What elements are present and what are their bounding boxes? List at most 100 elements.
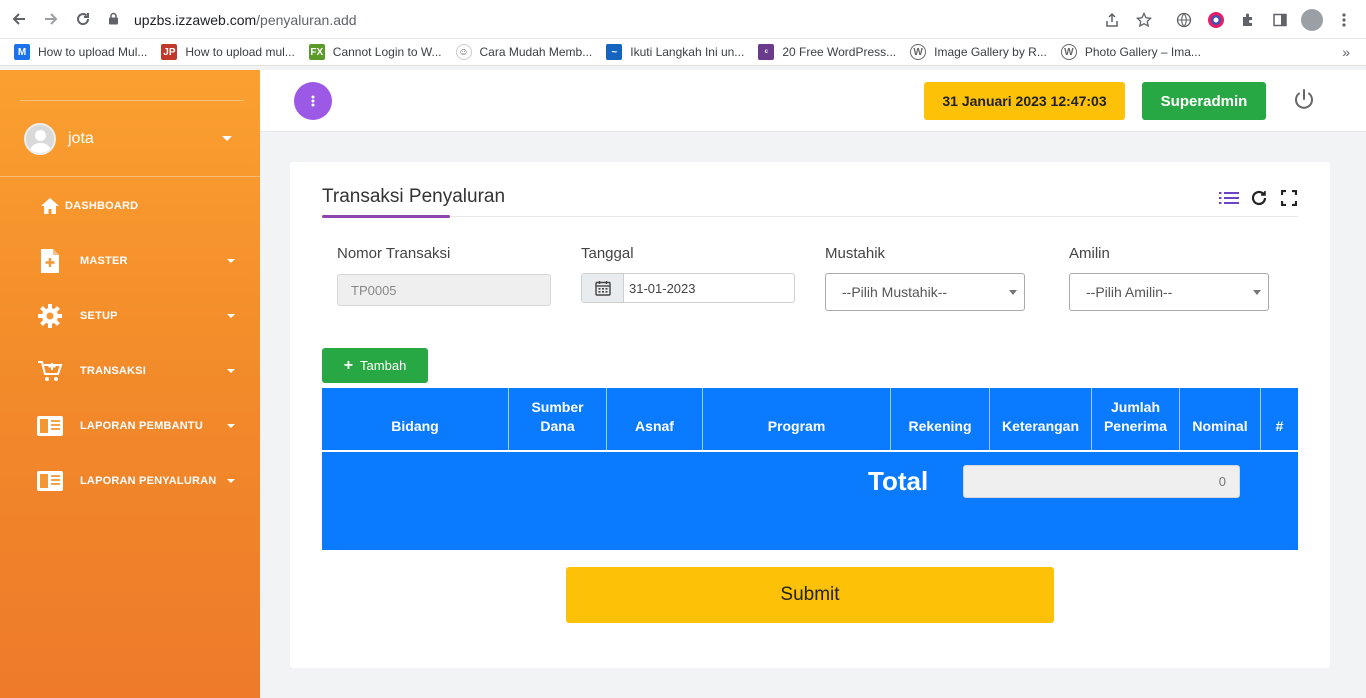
calendar-icon: [582, 274, 624, 302]
address-bar[interactable]: upzbs.izzaweb.com/penyaluran.add: [108, 6, 1168, 34]
url-path: /penyaluran.add: [256, 12, 357, 28]
tanggal-value: 31-01-2023: [629, 280, 696, 296]
divider: [322, 216, 1298, 217]
sidebar: jota DASHBOARD MASTER SETUP TRANSAKSI LA…: [0, 70, 260, 698]
jp-icon: JP: [161, 44, 178, 60]
column-header: Rekening: [891, 388, 990, 450]
nomor-transaksi-field: TP0005: [337, 274, 551, 306]
menu-toggle-button[interactable]: [294, 82, 332, 120]
list-icon[interactable]: [1218, 188, 1240, 208]
tanggal-field[interactable]: 31-01-2023: [581, 273, 795, 303]
bookmark-label: Photo Gallery – Ima...: [1084, 45, 1201, 59]
user-caret-icon[interactable]: [222, 136, 232, 141]
add-row-button[interactable]: + Tambah: [322, 348, 428, 383]
total-field: 0: [963, 465, 1240, 498]
sidebar-item-dashboard[interactable]: DASHBOARD: [0, 186, 260, 226]
chevron-down-icon: [1253, 290, 1261, 295]
puzzle-icon[interactable]: [1232, 4, 1264, 36]
avatar[interactable]: [24, 123, 56, 155]
url-host: upzbs.izzaweb.com: [134, 12, 257, 28]
tanggal-label: Tanggal: [581, 245, 634, 262]
mustahik-label: Mustahik: [825, 245, 886, 262]
mustahik-select[interactable]: --Pilih Mustahik--: [825, 273, 1025, 311]
sidebar-item-laporan-penyaluran[interactable]: LAPORAN PENYALURAN: [0, 461, 260, 501]
bookmark-label: Cannot Login to W...: [332, 45, 442, 59]
role-button[interactable]: Superadmin: [1142, 82, 1266, 120]
mustahik-selected-value: --Pilih Mustahik--: [842, 284, 948, 300]
fullscreen-icon[interactable]: [1278, 188, 1300, 208]
chevron-down-icon: [227, 479, 235, 483]
sidebar-item-transaksi[interactable]: TRANSAKSI: [0, 351, 260, 391]
reload-icon[interactable]: [70, 6, 96, 32]
gear-icon: [36, 302, 64, 330]
sidebar-item-label: MASTER: [80, 255, 128, 267]
bookmark-label: How to upload Mul...: [38, 45, 148, 59]
column-header: #: [1275, 418, 1284, 434]
page-title: Transaksi Penyaluran: [322, 186, 506, 207]
chevron-down-icon: [1009, 290, 1017, 295]
bookmark-item[interactable]: W Image Gallery by R...: [910, 44, 1047, 60]
back-arrow-icon[interactable]: [6, 6, 32, 32]
bookmark-item[interactable]: M How to upload Mul...: [14, 44, 147, 60]
profile-icon[interactable]: [1296, 4, 1328, 36]
home-icon: [36, 192, 64, 220]
plus-icon: +: [343, 356, 354, 374]
bookmark-item[interactable]: FX Cannot Login to W...: [308, 44, 442, 60]
column-header: Program: [703, 388, 891, 450]
lock-icon: [108, 12, 124, 28]
bookmark-item[interactable]: JP How to upload mul...: [161, 44, 295, 60]
bookmark-label: How to upload mul...: [185, 45, 295, 59]
amilin-select[interactable]: --Pilih Amilin--: [1069, 273, 1269, 311]
power-icon[interactable]: [1290, 86, 1318, 114]
transaction-card: Transaksi Penyaluran Nomor Transaksi TP0…: [290, 162, 1330, 668]
divider: [20, 100, 244, 101]
column-header: Nominal: [1180, 388, 1261, 450]
chevron-down-icon: [227, 314, 235, 318]
fx-icon: FX: [308, 44, 325, 60]
color-extension-icon[interactable]: [1200, 4, 1232, 36]
bookmark-label: Cara Mudah Memb...: [479, 45, 593, 59]
refresh-icon[interactable]: [1248, 188, 1270, 208]
sidebar-item-label: TRANSAKSI: [80, 365, 146, 377]
report-icon: [36, 467, 64, 495]
globe-icon[interactable]: [1168, 4, 1200, 36]
datetime-badge: 31 Januari 2023 12:47:03: [924, 82, 1125, 120]
bookmark-item[interactable]: ☺ Cara Mudah Memb...: [455, 44, 593, 60]
column-header: Sumber Dana: [509, 388, 607, 450]
forward-arrow-icon[interactable]: [38, 6, 64, 32]
sidebar-item-master[interactable]: MASTER: [0, 241, 260, 281]
star-icon[interactable]: [1128, 4, 1160, 36]
wordpress-icon: W: [910, 44, 927, 60]
colorlib-icon: c: [758, 44, 775, 60]
bookmark-item[interactable]: W Photo Gallery – Ima...: [1060, 44, 1201, 60]
chevron-down-icon: [227, 369, 235, 373]
sidebar-item-setup[interactable]: SETUP: [0, 296, 260, 336]
bookmark-label: 20 Free WordPress...: [782, 45, 897, 59]
nomor-transaksi-label: Nomor Transaksi: [337, 245, 451, 262]
sidebar-item-laporan-pembantu[interactable]: LAPORAN PEMBANTU: [0, 406, 260, 446]
sidebar-item-label: SETUP: [80, 310, 118, 322]
column-header: Jumlah Penerima: [1092, 388, 1180, 450]
wave-icon: ~: [606, 44, 623, 60]
bookmark-label: Image Gallery by R...: [934, 45, 1047, 59]
detail-table: Bidang Sumber Dana Asnaf Program Rekenin…: [322, 388, 1298, 550]
bookmarks-bar: M How to upload Mul... JP How to upload mu…: [0, 39, 1366, 66]
submit-button[interactable]: Submit: [566, 567, 1054, 623]
title-underline: [322, 215, 450, 218]
browser-actions: [1096, 0, 1366, 39]
share-icon[interactable]: [1096, 4, 1128, 36]
bookmarks-more-icon[interactable]: »: [1342, 44, 1350, 60]
chevron-down-icon: [227, 424, 235, 428]
column-header: Keterangan: [990, 388, 1092, 450]
bookmark-item[interactable]: c 20 Free WordPress...: [758, 44, 896, 60]
chevron-down-icon: [227, 259, 235, 263]
amilin-selected-value: --Pilih Amilin--: [1086, 284, 1173, 300]
side-panel-icon[interactable]: [1264, 4, 1296, 36]
top-header: 31 Januari 2023 12:47:03 Superadmin: [260, 70, 1366, 132]
kebab-menu-icon[interactable]: [1328, 4, 1360, 36]
user-name[interactable]: jota: [68, 130, 94, 148]
amilin-label: Amilin: [1069, 245, 1110, 262]
bookmark-item[interactable]: ~ Ikuti Langkah Ini un...: [606, 44, 744, 60]
table-header: Bidang Sumber Dana Asnaf Program Rekenin…: [322, 388, 1298, 452]
sidebar-item-label: DASHBOARD: [65, 200, 139, 212]
